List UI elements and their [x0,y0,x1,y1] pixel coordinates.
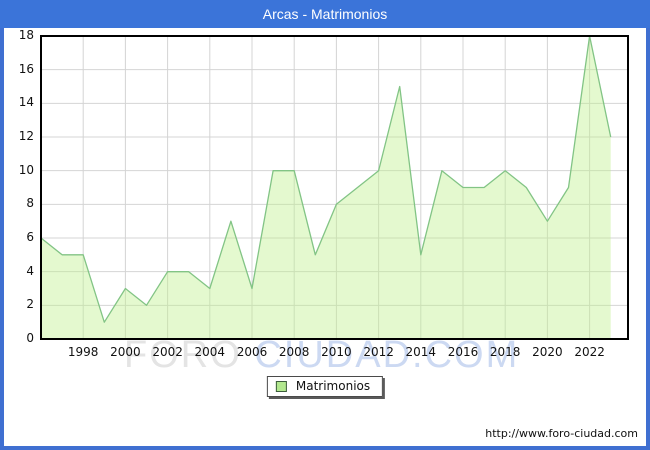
x-tick-label: 2014 [405,345,437,359]
chart-window: Arcas - Matrimonios FORO CIUDAD.COM 1998… [0,0,650,450]
x-tick-label: 2004 [194,345,226,359]
x-tick-label: 2010 [321,345,352,359]
y-tick-label: 16 [18,61,34,76]
chart-content: FORO CIUDAD.COM 1998 2000 2002 2004 2006 2008… [4,28,646,446]
legend-swatch-icon [275,380,287,392]
legend-label: Matrimonios [295,379,371,393]
y-tick-label: 18 [18,28,34,42]
x-tick-label: 2008 [278,345,310,359]
window-titlebar: Arcas - Matrimonios [0,0,650,28]
legend: Matrimonios [266,376,384,397]
y-tick-label: 8 [26,196,34,211]
x-tick-label: 2022 [574,345,605,359]
y-tick-label: 10 [18,162,34,177]
x-tick-label: 2018 [489,345,521,359]
y-tick-label: 4 [26,263,34,278]
x-tick-label: 2000 [110,345,141,359]
x-tick-label: 2002 [152,345,183,359]
x-tick-label: 2006 [236,345,268,359]
y-tick-label: 14 [18,95,34,110]
y-tick-label: 6 [26,230,34,244]
area-chart-plot [40,35,629,340]
x-tick-label: 2016 [447,345,479,359]
y-tick-label: 0 [26,331,34,345]
x-tick-label: 2012 [363,345,394,359]
x-tick-label: 1998 [67,345,99,359]
foro-ciudad-link[interactable]: http://www.foro-ciudad.com [485,427,638,440]
y-tick-label: 2 [26,297,34,312]
page-title: Arcas - Matrimonios [262,6,388,22]
y-tick-label: 12 [18,129,34,143]
x-tick-label: 2020 [532,345,563,359]
